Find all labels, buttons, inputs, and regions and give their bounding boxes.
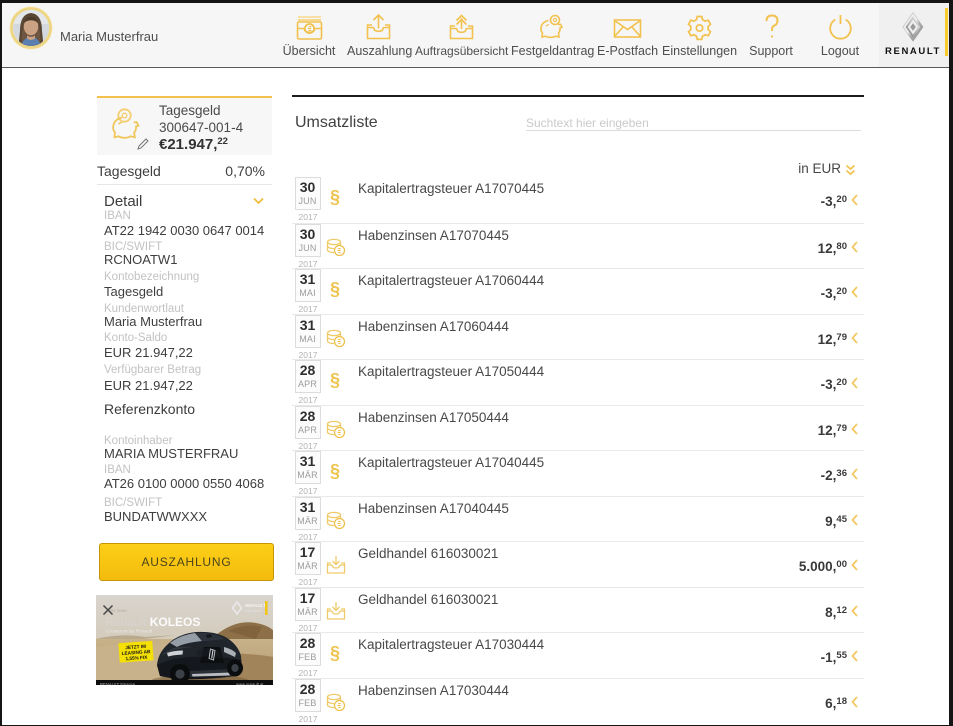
svg-text:RENAULT: RENAULT	[245, 603, 266, 608]
svg-text:RENAULT Finance: RENAULT Finance	[100, 682, 136, 685]
svg-text:Bank direkt: Bank direkt	[245, 609, 262, 613]
svg-text:www.renault.at: www.renault.at	[236, 682, 264, 685]
svg-text:der neue: der neue	[109, 608, 127, 613]
svg-text:Renault KOLEOS: Renault KOLEOS	[105, 615, 200, 629]
svg-text:Crossover by Renault: Crossover by Renault	[106, 629, 153, 635]
